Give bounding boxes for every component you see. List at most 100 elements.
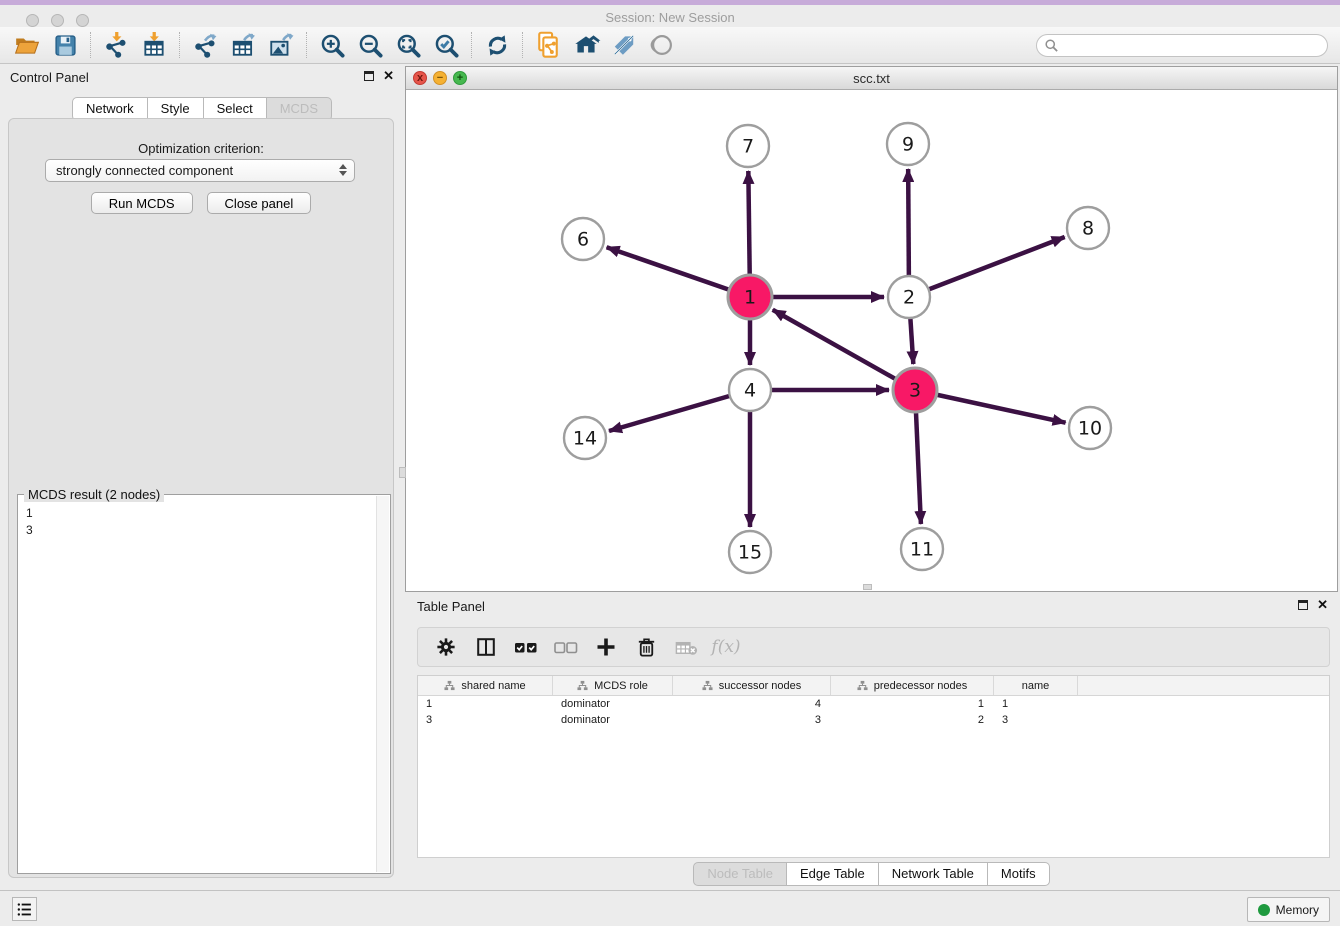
select-all-columns-button[interactable] <box>508 630 544 664</box>
trash-icon <box>635 636 658 659</box>
export-table-button[interactable] <box>224 28 262 62</box>
zoom-fit-button[interactable] <box>389 28 427 62</box>
graph-node-10[interactable]: 10 <box>1069 407 1111 449</box>
export-image-icon <box>268 32 294 58</box>
status-bar: Memory <box>0 890 1340 926</box>
task-history-button[interactable] <box>12 897 37 921</box>
graph-node-6[interactable]: 6 <box>562 218 604 260</box>
graph-node-label: 4 <box>744 380 756 402</box>
unselect-all-columns-icon <box>553 634 579 660</box>
graph-node-2[interactable]: 2 <box>888 276 930 318</box>
gear-icon <box>435 636 457 658</box>
delete-row-button[interactable] <box>628 630 664 664</box>
vertical-splitter-handle[interactable] <box>399 467 406 478</box>
eye-button[interactable] <box>643 28 681 62</box>
toolbar-separator <box>90 32 91 58</box>
export-network-button[interactable] <box>186 28 224 62</box>
float-panel-icon[interactable] <box>364 71 374 81</box>
float-panel-icon[interactable] <box>1298 600 1308 610</box>
table-cell[interactable]: dominator <box>553 696 673 712</box>
column-header-shared-name[interactable]: shared name <box>418 676 553 695</box>
unselect-all-columns-button[interactable] <box>548 630 584 664</box>
graph-node-1[interactable]: 1 <box>728 275 772 319</box>
mcds-panel: Optimization criterion: strongly connect… <box>8 118 394 878</box>
save-session-button[interactable] <box>46 28 84 62</box>
import-network-button[interactable] <box>97 28 135 62</box>
table-settings-button[interactable] <box>428 630 464 664</box>
criterion-dropdown[interactable]: strongly connected component <box>45 159 355 182</box>
network-window-title: scc.txt <box>406 71 1337 86</box>
add-icon <box>594 635 618 659</box>
close-panel-icon[interactable]: ✕ <box>383 71 394 81</box>
graph-node-11[interactable]: 11 <box>901 528 943 570</box>
tab-network-table[interactable]: Network Table <box>879 862 988 886</box>
column-header-MCDS-role[interactable]: MCDS role <box>553 676 673 695</box>
table-cell[interactable]: dominator <box>553 712 673 728</box>
column-header-predecessor-nodes[interactable]: predecessor nodes <box>831 676 994 695</box>
optimization-criterion-label: Optimization criterion: <box>9 141 393 156</box>
close-panel-button[interactable]: Close panel <box>207 192 312 214</box>
function-builder-button[interactable]: f(x) <box>708 630 744 664</box>
network-window-titlebar[interactable]: x − + scc.txt <box>406 67 1337 90</box>
table-cell[interactable]: 4 <box>673 696 831 712</box>
node-table[interactable]: shared nameMCDS rolesuccessor nodesprede… <box>417 675 1330 858</box>
table-row[interactable]: 3dominator323 <box>418 712 1329 728</box>
import-table-button[interactable] <box>135 28 173 62</box>
graph-node-4[interactable]: 4 <box>729 369 771 411</box>
graph-node-15[interactable]: 15 <box>729 531 771 573</box>
table-cell[interactable]: 2 <box>831 712 994 728</box>
run-mcds-button[interactable]: Run MCDS <box>91 192 193 214</box>
memory-button[interactable]: Memory <box>1247 897 1330 922</box>
table-cell[interactable]: 3 <box>994 712 1078 728</box>
table-cell[interactable]: 3 <box>418 712 553 728</box>
main-toolbar <box>0 27 1340 64</box>
horizontal-splitter-handle[interactable] <box>863 584 872 590</box>
show-column-panel-button[interactable] <box>468 630 504 664</box>
tab-motifs[interactable]: Motifs <box>988 862 1050 886</box>
label-button[interactable] <box>605 28 643 62</box>
close-panel-icon[interactable]: ✕ <box>1317 600 1328 610</box>
graph-node-14[interactable]: 14 <box>564 417 606 459</box>
table-cell[interactable]: 3 <box>673 712 831 728</box>
export-image-button[interactable] <box>262 28 300 62</box>
graph-node-7[interactable]: 7 <box>727 125 769 167</box>
column-header-name[interactable]: name <box>994 676 1078 695</box>
result-scrollbar[interactable] <box>376 496 389 872</box>
table-toolbar: f(x) <box>417 627 1330 667</box>
refresh-layout-button[interactable] <box>478 28 516 62</box>
zoom-out-button[interactable] <box>351 28 389 62</box>
app-title: Session: New Session <box>0 10 1340 25</box>
search-input[interactable] <box>1036 34 1328 57</box>
table-row[interactable]: 1dominator411 <box>418 696 1329 712</box>
delete-table-icon <box>674 635 699 660</box>
label-icon <box>611 32 637 58</box>
zoom-in-button[interactable] <box>313 28 351 62</box>
table-panel-title: Table Panel <box>417 599 1332 619</box>
copy-network-button[interactable] <box>529 28 567 62</box>
tab-node-table[interactable]: Node Table <box>693 862 787 886</box>
graph-node-9[interactable]: 9 <box>887 123 929 165</box>
tab-edge-table[interactable]: Edge Table <box>787 862 879 886</box>
export-network-icon <box>192 32 218 58</box>
save-session-icon <box>53 33 78 58</box>
graph-edge-2-8[interactable] <box>909 237 1065 297</box>
open-session-button[interactable] <box>8 28 46 62</box>
graph-node-8[interactable]: 8 <box>1067 207 1109 249</box>
mcds-result-box: MCDS result (2 nodes) 13 <box>17 494 391 874</box>
home-button[interactable] <box>567 28 605 62</box>
delete-table-button[interactable] <box>668 630 704 664</box>
table-cell[interactable]: 1 <box>418 696 553 712</box>
graph-node-3[interactable]: 3 <box>893 368 937 412</box>
column-header-successor-nodes[interactable]: successor nodes <box>673 676 831 695</box>
table-cell[interactable]: 1 <box>994 696 1078 712</box>
graph-node-label: 10 <box>1078 418 1102 440</box>
mcds-result-list: 13 <box>26 505 370 539</box>
graph-node-label: 2 <box>903 287 915 309</box>
node-table-body: 1dominator4113dominator323 <box>418 696 1329 728</box>
list-icon <box>16 901 33 918</box>
graph-edge-3-1[interactable] <box>773 310 915 390</box>
network-canvas[interactable]: 7 9 6 8 1 2 4 3 14 10 15 11 <box>406 90 1337 591</box>
zoom-selected-button[interactable] <box>427 28 465 62</box>
table-cell[interactable]: 1 <box>831 696 994 712</box>
add-row-button[interactable] <box>588 630 624 664</box>
